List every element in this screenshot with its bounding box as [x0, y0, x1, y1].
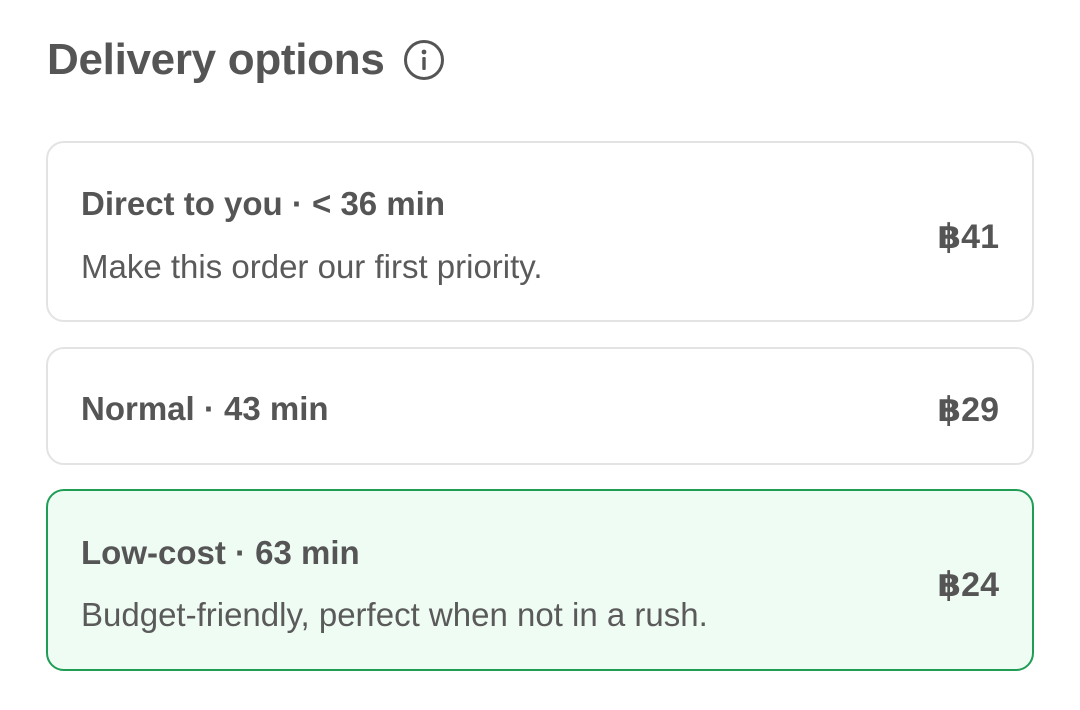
option-description: Make this order our first priority. — [81, 248, 543, 285]
option-title: Low-cost · 63 min — [81, 534, 360, 571]
option-title: Normal · 43 min — [81, 390, 329, 427]
delivery-option-low-cost[interactable]: Low-cost · 63 min Budget-friendly, perfe… — [46, 489, 1034, 671]
info-icon[interactable] — [403, 39, 445, 81]
option-price: ฿29 — [937, 391, 999, 429]
option-description: Budget-friendly, perfect when not in a r… — [81, 596, 708, 633]
option-price: ฿24 — [937, 566, 999, 604]
delivery-option-direct[interactable]: Direct to you · < 36 min Make this order… — [46, 141, 1034, 322]
delivery-options-header: Delivery options — [47, 30, 445, 90]
option-price: ฿41 — [937, 218, 999, 256]
page-title: Delivery options — [47, 35, 385, 84]
option-title: Direct to you · < 36 min — [81, 185, 445, 222]
delivery-option-normal[interactable]: Normal · 43 min ฿29 — [46, 347, 1034, 465]
